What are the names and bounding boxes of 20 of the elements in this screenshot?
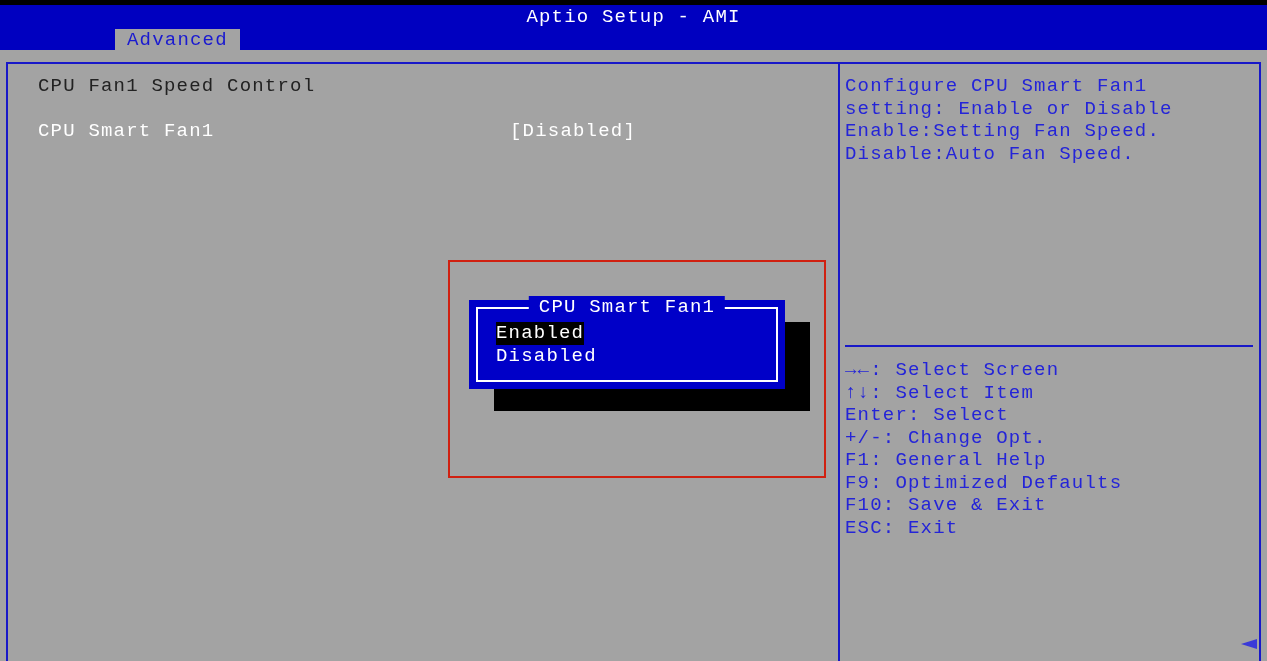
window-title: Aptio Setup - AMI [526,5,741,29]
option-item[interactable]: Disabled [496,344,597,367]
help-text: Configure CPU Smart Fan1 [845,75,1149,98]
key-hint: F9: Optimized Defaults [845,471,1124,494]
scroll-arrow-icon [1241,639,1257,649]
key-hint: →←: Select Screen [845,359,1061,382]
key-hint: Enter: Select [845,404,1010,427]
help-text: Disable:Auto Fan Speed. [845,142,1136,165]
key-hint: ↑↓: Select Item [845,381,1036,404]
section-heading: CPU Fan1 Speed Control [38,75,317,98]
key-hint: F10: Save & Exit [845,494,1048,517]
help-text: setting: Enable or Disable [845,97,1174,120]
key-hint: +/-: Change Opt. [845,426,1048,449]
key-hint: F1: General Help [845,449,1048,472]
option-item[interactable]: Enabled [496,322,585,345]
key-hint: ESC: Exit [845,516,960,539]
help-text: Enable:Setting Fan Speed. [845,120,1162,143]
tab[interactable]: Advanced [115,29,240,51]
setting-label[interactable]: CPU Smart Fan1 [38,120,510,143]
setting-value[interactable]: [Disabled] [510,120,838,143]
